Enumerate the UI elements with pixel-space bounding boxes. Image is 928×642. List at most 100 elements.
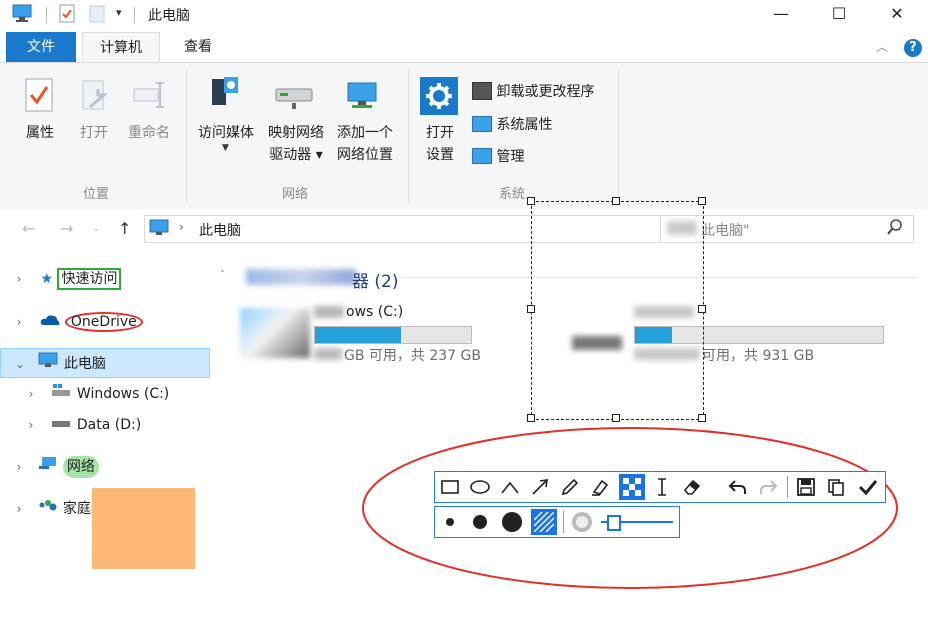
small-dot-icon[interactable] [437, 509, 463, 535]
ellipse-icon[interactable] [467, 474, 493, 500]
system-properties-button[interactable]: 系统属性 [472, 114, 552, 134]
map-drive-label-line1: 映射网络 [268, 125, 324, 141]
maximize-button[interactable]: ☐ [816, 0, 862, 30]
polyline-icon[interactable] [497, 474, 523, 500]
highlighter-icon[interactable] [587, 474, 613, 500]
done-icon[interactable] [855, 474, 881, 500]
brush-size-slider-thumb[interactable] [607, 515, 621, 531]
drive-tile-c[interactable]: ows (C:) GB 可用，共 237 GB [234, 300, 514, 370]
title-bar: ▾ 此电脑 — ☐ ✕ [0, 0, 928, 30]
blurred-header-text [246, 269, 356, 285]
save-icon[interactable] [793, 474, 819, 500]
tab-computer[interactable]: 计算机 [82, 32, 160, 63]
address-path[interactable]: 此电脑 [199, 220, 241, 240]
tab-view[interactable]: 查看 [168, 32, 228, 62]
medium-dot-icon[interactable] [467, 509, 493, 535]
expand-chevron-icon[interactable]: › [12, 494, 26, 524]
resize-handle[interactable] [527, 414, 535, 422]
nav-item-this-pc[interactable]: ⌄ 此电脑 [0, 348, 210, 378]
map-drive-label-line2: 驱动器 ▾ [269, 147, 323, 163]
nav-label-onedrive: OneDrive [64, 312, 143, 332]
manage-button[interactable]: 管理 [472, 146, 524, 166]
nav-item-quick-access[interactable]: › ★ 快速访问 [12, 264, 208, 294]
copy-icon[interactable] [823, 474, 849, 500]
navigation-pane: › ★ 快速访问 › OneDrive ⌄ 此电脑 › Windows (C:)… [0, 262, 210, 642]
nav-item-data-d[interactable]: › Data (D:) [24, 410, 208, 440]
annotation-toolbar [434, 471, 886, 503]
expand-chevron-icon[interactable]: › [12, 307, 26, 337]
drive-c-usage-bar [314, 326, 472, 344]
computer-management-icon [472, 148, 492, 164]
brush-options-toolbar [434, 506, 680, 538]
expand-chevron-icon[interactable]: › [24, 379, 38, 409]
toolbar-divider [563, 511, 564, 533]
open-icon [80, 77, 110, 117]
blur-brush-icon[interactable] [569, 509, 595, 535]
search-icon [887, 218, 903, 240]
resize-handle[interactable] [698, 197, 706, 205]
drive-c-space: GB 可用，共 237 GB [344, 348, 481, 364]
nav-label-quick-access: 快速访问 [57, 268, 122, 290]
network-location-icon [344, 81, 384, 117]
expand-chevron-icon[interactable]: › [12, 452, 26, 482]
recent-locations-icon[interactable]: ⌄ [92, 223, 100, 234]
resize-handle[interactable] [612, 197, 620, 205]
eraser-icon[interactable] [679, 474, 705, 500]
ribbon-tab-bar: 文件 计算机 查看 ︿ ? [0, 32, 928, 63]
text-icon[interactable] [649, 474, 675, 500]
resize-handle[interactable] [527, 305, 535, 313]
settings-gear-icon [420, 77, 458, 115]
group-divider [618, 69, 619, 203]
search-placeholder: 此电脑" [701, 223, 750, 239]
new-folder-quick-icon[interactable] [88, 4, 106, 23]
rectangle-icon[interactable] [437, 474, 463, 500]
blurred-drive-name [314, 306, 344, 318]
undo-icon[interactable] [725, 474, 751, 500]
nav-item-network[interactable]: › 网络 [12, 452, 208, 482]
arrow-icon[interactable] [527, 474, 553, 500]
resize-handle[interactable] [698, 414, 706, 422]
large-dot-icon[interactable] [499, 509, 525, 535]
tab-file[interactable]: 文件 [6, 32, 76, 62]
help-icon[interactable]: ? [904, 39, 922, 57]
devices-section-header: 器 (2) [352, 272, 399, 292]
address-row: ← → ⌄ ↑ › 此电脑 此电脑" [0, 209, 928, 249]
uninstall-program-button[interactable]: 卸载或更改程序 [472, 81, 594, 101]
qat-customize-icon[interactable]: ▾ [116, 6, 122, 19]
this-pc-icon [148, 219, 172, 241]
expand-chevron-icon[interactable]: › [24, 410, 38, 440]
this-pc-icon [10, 4, 36, 22]
properties-quick-icon[interactable] [58, 4, 76, 23]
close-button[interactable]: ✕ [874, 0, 920, 30]
collapse-chevron-icon[interactable]: ⌄ [13, 349, 27, 379]
group-label-location: 位置 [82, 187, 109, 202]
up-arrow-icon[interactable]: ↑ [118, 219, 131, 238]
add-location-label-line2: 网络位置 [337, 147, 393, 163]
nav-item-onedrive[interactable]: › OneDrive [12, 307, 208, 337]
open-settings-label-line2: 设置 [426, 147, 454, 163]
media-server-icon [206, 73, 244, 117]
pencil-icon[interactable] [557, 474, 583, 500]
group-label-network: 网络 [281, 187, 308, 202]
dropdown-caret-icon: ▼ [222, 143, 229, 153]
windows-drive-large-icon [240, 308, 310, 358]
hatch-brush-icon[interactable] [531, 509, 557, 535]
group-divider [408, 69, 409, 203]
resize-handle[interactable] [612, 414, 620, 422]
windows-drive-icon [50, 379, 72, 409]
capture-selection-frame[interactable] [531, 201, 704, 420]
minimize-button[interactable]: — [758, 0, 804, 30]
resize-handle[interactable] [527, 197, 535, 205]
nav-item-windows-c[interactable]: › Windows (C:) [24, 379, 208, 409]
back-arrow-icon[interactable]: ← [22, 219, 35, 238]
expand-chevron-icon[interactable]: › [12, 264, 26, 294]
homegroup-icon [38, 494, 58, 524]
resize-handle[interactable] [698, 305, 706, 313]
group-collapse-chevron-icon[interactable]: ˇ [220, 270, 225, 281]
ribbon: 属性 打开 重命名 位置 访问媒体 ▼ 映射网络 驱动器 ▾ 添加一个 网络位置 [0, 62, 928, 210]
collapse-ribbon-icon[interactable]: ︿ [876, 38, 888, 55]
redo-icon[interactable] [755, 474, 781, 500]
properties-label: 属性 [26, 125, 54, 141]
forward-arrow-icon[interactable]: → [60, 219, 73, 238]
mosaic-icon[interactable] [619, 474, 645, 500]
